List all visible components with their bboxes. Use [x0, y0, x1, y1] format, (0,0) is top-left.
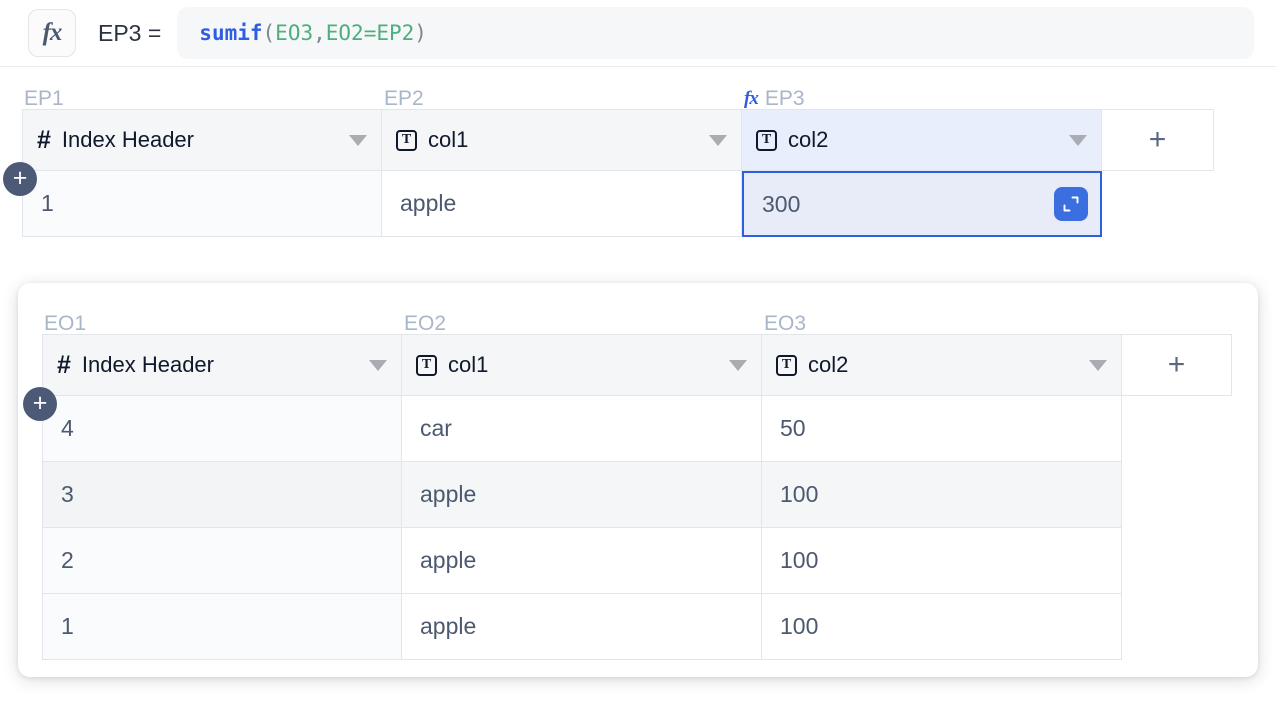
cell-index[interactable]: 2 [42, 528, 402, 594]
add-row-handle[interactable]: + [3, 162, 37, 196]
formula-token-comma: , [313, 20, 326, 45]
cell-col1[interactable]: apple [402, 528, 762, 594]
column-label-ep1: EP1 [22, 88, 382, 109]
text-type-icon: T [756, 129, 777, 151]
add-row-handle[interactable]: + [23, 387, 57, 421]
hash-icon: # [37, 125, 51, 154]
expand-icon[interactable] [1054, 187, 1088, 221]
column-label-eo1: EO1 [42, 313, 402, 334]
primary-grid: # Index Header T col1 T col2 + 1 apple 3… [22, 109, 1214, 237]
formula-token-ref-1: EO3 [275, 20, 314, 45]
column-label-ep2-text: EP2 [384, 87, 424, 110]
cell-index[interactable]: 1 [22, 171, 382, 237]
primary-column-label-row: EP1 EP2 fx EP3 [22, 75, 1214, 109]
text-type-icon: T [416, 354, 437, 376]
primary-header-row: # Index Header T col1 T col2 + [22, 109, 1214, 171]
column-header-index[interactable]: # Index Header [22, 109, 382, 171]
fx-icon: fx [42, 19, 63, 46]
primary-table: EP1 EP2 fx EP3 # Index Header T col1 T c… [3, 75, 1214, 237]
table-row: 4 car 50 [42, 396, 1232, 462]
cell-col1[interactable]: apple [402, 594, 762, 660]
column-header-col1-label: col1 [428, 127, 469, 152]
cell-col2[interactable]: 100 [762, 462, 1122, 528]
column-header-index-label: Index Header [81, 352, 214, 377]
column-label-eo2-text: EO2 [404, 312, 447, 335]
chevron-down-icon[interactable] [729, 359, 747, 371]
source-header-row: # Index Header T col1 T col2 + [42, 334, 1232, 396]
formula-code: sumif(EO3,EO2=EP2) [199, 20, 427, 45]
column-header-index-label: Index Header [61, 127, 194, 152]
column-header-col2-label: col2 [808, 352, 849, 377]
add-column-button[interactable]: + [1102, 109, 1214, 171]
formula-input[interactable]: sumif(EO3,EO2=EP2) [177, 7, 1254, 59]
add-column-button[interactable]: + [1122, 334, 1232, 396]
cell-col2-value: 300 [762, 190, 801, 217]
column-label-eo1-text: EO1 [44, 312, 87, 335]
cell-index[interactable]: 3 [42, 462, 402, 528]
formula-token-ref-2: EO2=EP2 [325, 20, 415, 45]
chevron-down-icon[interactable] [1069, 134, 1087, 146]
hash-icon: # [57, 350, 71, 379]
chevron-down-icon[interactable] [369, 359, 387, 371]
column-label-ep1-text: EP1 [24, 87, 64, 110]
column-header-col1[interactable]: T col1 [382, 109, 742, 171]
column-header-index[interactable]: # Index Header [42, 334, 402, 396]
formula-token-paren-close: ) [414, 20, 427, 45]
table-row: 2 apple 100 [42, 528, 1232, 594]
column-label-ep3: fx EP3 [742, 88, 1102, 109]
chevron-down-icon[interactable] [349, 134, 367, 146]
cell-index[interactable]: 4 [42, 396, 402, 462]
add-column-label: + [1148, 123, 1167, 156]
chevron-down-icon[interactable] [709, 134, 727, 146]
cell-col1[interactable]: apple [382, 171, 742, 237]
cell-index[interactable]: 1 [42, 594, 402, 660]
formula-token-paren-open: ( [262, 20, 276, 45]
column-header-col2-label: col2 [788, 127, 829, 152]
table-row: 3 apple 100 [42, 462, 1232, 528]
text-type-icon: T [396, 129, 417, 151]
cell-col1[interactable]: car [402, 396, 762, 462]
source-grid: # Index Header T col1 T col2 + 4 car 50 … [42, 334, 1232, 660]
column-label-eo2: EO2 [402, 313, 762, 334]
cell-col2[interactable]: 100 [762, 594, 1122, 660]
source-column-label-row: EO1 EO2 EO3 [42, 300, 1232, 334]
column-header-col2[interactable]: T col2 [762, 334, 1122, 396]
cell-col2[interactable]: 50 [762, 396, 1122, 462]
table-row: 1 apple 300 [22, 171, 1214, 237]
add-row-label: + [12, 163, 28, 192]
column-label-eo3: EO3 [762, 313, 1122, 334]
fx-button[interactable]: fx [28, 9, 76, 57]
formula-bar: fx EP3 = sumif(EO3,EO2=EP2) [0, 0, 1276, 67]
table-row: 1 apple 100 [42, 594, 1232, 660]
source-table-card: EO1 EO2 EO3 # Index Header T col1 T col2… [18, 283, 1258, 677]
text-type-icon: T [776, 354, 797, 376]
chevron-down-icon[interactable] [1089, 359, 1107, 371]
column-header-col1[interactable]: T col1 [402, 334, 762, 396]
column-label-eo3-text: EO3 [764, 312, 807, 335]
add-column-label: + [1167, 348, 1186, 381]
cell-col2-selected[interactable]: 300 [742, 171, 1102, 237]
column-header-col1-label: col1 [448, 352, 489, 377]
formula-target-label: EP3 = [98, 19, 162, 46]
source-table: EO1 EO2 EO3 # Index Header T col1 T col2… [23, 300, 1232, 660]
column-label-ep2: EP2 [382, 88, 742, 109]
formula-token-function: sumif [199, 20, 263, 45]
fx-icon: fx [744, 88, 759, 109]
cell-col1[interactable]: apple [402, 462, 762, 528]
add-row-label: + [32, 388, 48, 417]
column-header-col2[interactable]: T col2 [742, 109, 1102, 171]
cell-col2[interactable]: 100 [762, 528, 1122, 594]
column-label-ep3-text: EP3 [764, 87, 805, 110]
